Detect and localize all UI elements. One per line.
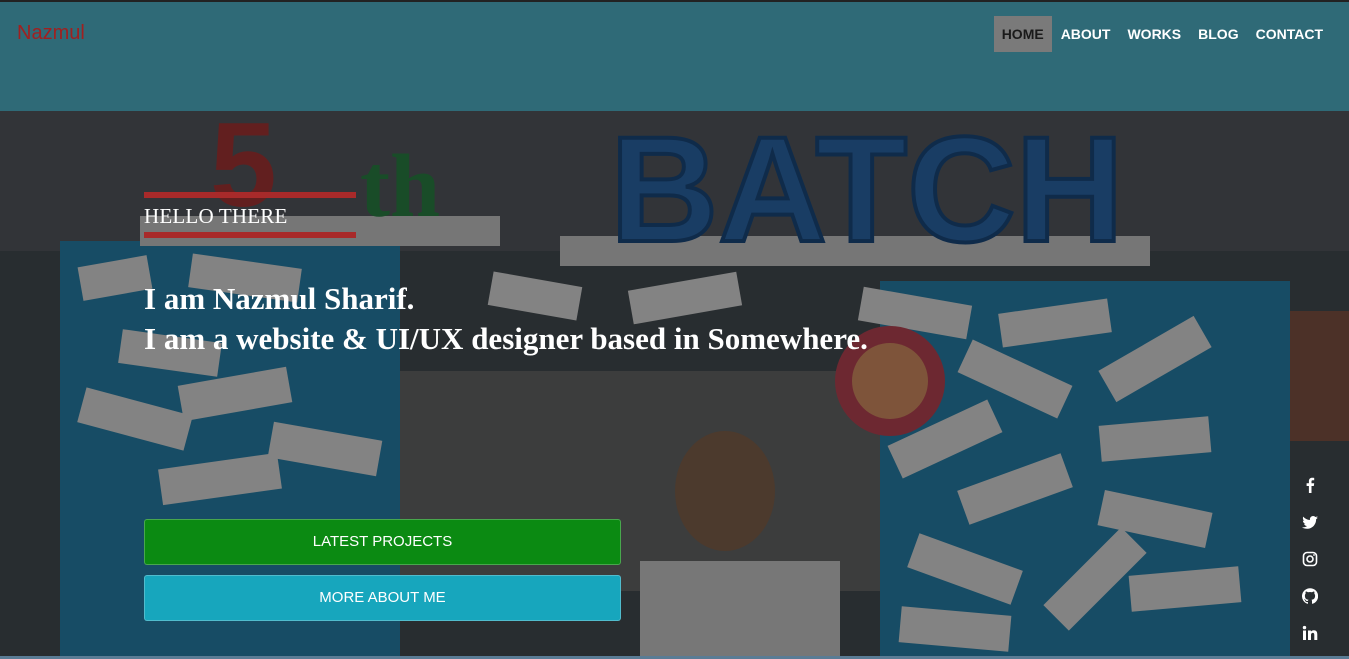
top-navbar: Nazmul HOME ABOUT WORKS BLOG CONTACT <box>0 0 1349 111</box>
nav-works[interactable]: WORKS <box>1119 16 1189 52</box>
nav-contact[interactable]: CONTACT <box>1248 16 1331 52</box>
social-links <box>1301 477 1319 659</box>
latest-projects-button[interactable]: LATEST PROJECTS <box>144 519 621 565</box>
nav-home[interactable]: HOME <box>993 16 1052 52</box>
nav-blog[interactable]: BLOG <box>1190 16 1246 52</box>
hero-headline: I am Nazmul Sharif. I am a website & UI/… <box>144 279 868 359</box>
instagram-icon[interactable] <box>1301 551 1319 569</box>
linkedin-icon[interactable] <box>1301 625 1319 643</box>
hero-greeting: HELLO THERE <box>144 192 356 238</box>
twitter-icon[interactable] <box>1301 514 1319 532</box>
facebook-icon[interactable] <box>1301 477 1319 495</box>
more-about-me-button[interactable]: MORE ABOUT ME <box>144 575 621 621</box>
main-nav: HOME ABOUT WORKS BLOG CONTACT <box>993 16 1331 52</box>
hero-headline-line2: I am a website & UI/UX designer based in… <box>144 321 868 356</box>
brand-logo-link[interactable]: Nazmul <box>17 22 85 45</box>
hero-headline-line1: I am Nazmul Sharif. <box>144 281 415 316</box>
github-icon[interactable] <box>1301 588 1319 606</box>
hero-section: BATCH 5 th HELLO THERE I am Nazmul Shari… <box>0 111 1349 659</box>
nav-about[interactable]: ABOUT <box>1053 16 1119 52</box>
